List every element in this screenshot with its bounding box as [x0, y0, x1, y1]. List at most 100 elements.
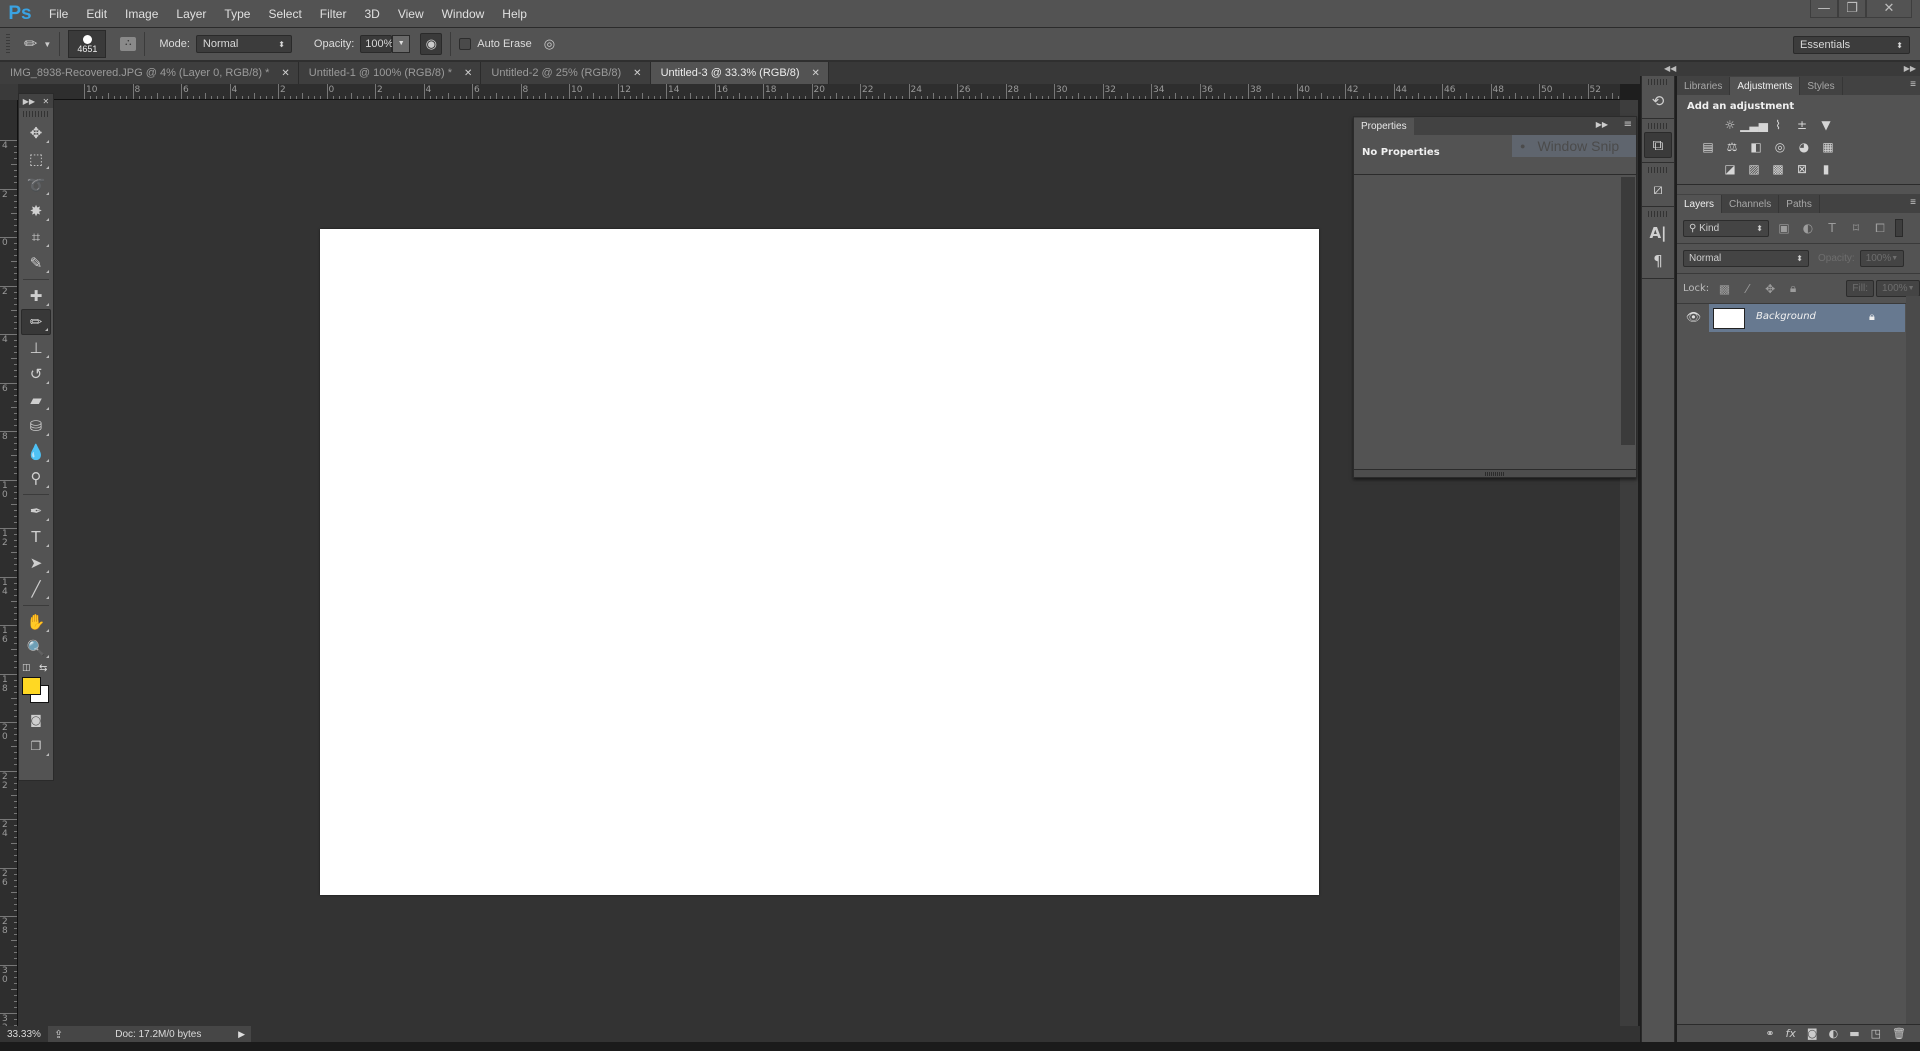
history-panel-button[interactable]: ⟲: [1644, 88, 1672, 114]
lock-position-icon[interactable]: ✥: [1763, 282, 1778, 296]
collapse-right-icon[interactable]: ▶▶: [1904, 64, 1916, 73]
screen-mode-button[interactable]: ❐: [21, 733, 51, 759]
menu-filter[interactable]: Filter: [311, 7, 356, 21]
blend-mode-dropdown[interactable]: Normal ⬍: [1683, 250, 1809, 267]
channel-mixer-icon[interactable]: ◕: [1795, 140, 1813, 154]
close-tab-icon[interactable]: ✕: [464, 68, 472, 79]
expand-left-icon[interactable]: ◀◀: [1664, 64, 1676, 73]
close-tab-icon[interactable]: ✕: [812, 68, 820, 79]
close-tab-icon[interactable]: ✕: [281, 68, 289, 79]
magic-wand-tool[interactable]: ✸: [21, 198, 51, 224]
default-colors-icon[interactable]: ◫: [22, 663, 31, 673]
opacity-input[interactable]: 100%: [360, 35, 393, 53]
curves-icon[interactable]: ⌇: [1769, 118, 1787, 132]
new-group-icon[interactable]: ▬: [1849, 1027, 1859, 1040]
close-toolbox-icon[interactable]: ✕: [43, 97, 50, 106]
mode-dropdown[interactable]: Normal ⬍: [195, 35, 292, 53]
history-brush-tool[interactable]: ↺: [21, 361, 51, 387]
toolbox-grip[interactable]: [23, 111, 49, 117]
horizontal-ruler[interactable]: 10 8 6 4 2 0 2 4 6 8 10 12 14 16 18 20 22 24 26 28 30 32 34 36 3…: [18, 84, 1620, 100]
pressure-opacity-button[interactable]: ◉: [420, 33, 443, 55]
link-layers-icon[interactable]: ⚭: [1765, 1027, 1774, 1040]
restore-button[interactable]: ❐: [1838, 0, 1866, 18]
color-balance-icon[interactable]: ⚖: [1723, 140, 1741, 154]
strip-grip[interactable]: [1648, 79, 1668, 85]
hand-tool[interactable]: ✋: [21, 609, 51, 635]
collapse-panel-icon[interactable]: ▶▶: [1596, 120, 1608, 129]
lasso-tool[interactable]: ➰: [21, 172, 51, 198]
layer-row-background[interactable]: 👁︎ Background 🔒︎: [1677, 304, 1905, 332]
black-white-icon[interactable]: ◧: [1747, 140, 1765, 154]
vibrance-icon[interactable]: ▼: [1817, 118, 1835, 132]
chevron-down-icon[interactable]: ▼: [43, 40, 51, 49]
filter-toggle[interactable]: [1895, 219, 1903, 237]
fill-input[interactable]: 100% ▼: [1875, 280, 1920, 297]
posterize-icon[interactable]: ▨: [1745, 162, 1763, 176]
status-menu-arrow-icon[interactable]: ▶: [238, 1029, 245, 1040]
pixel-layer-filter-icon[interactable]: ▣: [1775, 221, 1793, 235]
menu-help[interactable]: Help: [493, 7, 536, 21]
smart-object-filter-icon[interactable]: ⧠: [1871, 221, 1889, 236]
menu-select[interactable]: Select: [259, 7, 310, 21]
new-adjustment-layer-icon[interactable]: ◐: [1829, 1027, 1839, 1040]
brush-panel-icon[interactable]: ⛬: [120, 37, 137, 51]
type-tool[interactable]: T: [21, 524, 51, 550]
add-mask-icon[interactable]: ◙: [1807, 1027, 1818, 1040]
new-layer-icon[interactable]: ◳: [1871, 1027, 1881, 1040]
delete-layer-icon[interactable]: 🗑︎: [1892, 1027, 1906, 1040]
menu-file[interactable]: File: [40, 7, 77, 21]
marquee-tool[interactable]: ⬚: [21, 146, 51, 172]
exposure-icon[interactable]: ±: [1793, 118, 1811, 132]
lock-image-pixels-icon[interactable]: ⁄: [1740, 282, 1755, 296]
layers-scrollbar[interactable]: [1906, 296, 1920, 1024]
levels-icon[interactable]: ▁▃▅: [1740, 118, 1768, 132]
paragraph-panel-button[interactable]: ¶: [1644, 248, 1672, 274]
expand-toolbox-icon[interactable]: ▶▶: [23, 97, 35, 106]
color-lookup-icon[interactable]: ▦: [1819, 140, 1837, 154]
close-tab-icon[interactable]: ✕: [633, 68, 641, 79]
panel-menu-icon[interactable]: ≡: [1624, 119, 1632, 130]
panel-menu-icon[interactable]: ≡: [1910, 197, 1916, 208]
crop-tool[interactable]: ⌗: [21, 224, 51, 250]
hue-saturation-icon[interactable]: ▤: [1699, 140, 1717, 154]
panel-menu-icon[interactable]: ≡: [1910, 79, 1916, 90]
pencil-tool-preset-icon[interactable]: ✏: [24, 34, 37, 54]
properties-panel-button[interactable]: ⧉: [1644, 132, 1672, 158]
layer-name[interactable]: Background: [1756, 311, 1816, 322]
3d-panel-button[interactable]: ⧄: [1644, 176, 1672, 202]
threshold-icon[interactable]: ▩: [1769, 162, 1787, 176]
lock-transparent-pixels-icon[interactable]: ▩: [1717, 282, 1732, 296]
document-tab[interactable]: IMG_8938-Recovered.JPG @ 4% (Layer 0, RG…: [0, 62, 299, 84]
auto-erase-checkbox[interactable]: [459, 38, 472, 50]
selective-color-icon[interactable]: ⊠: [1793, 162, 1811, 176]
document-tab[interactable]: Untitled-1 @ 100% (RGB/8) * ✕: [298, 62, 482, 84]
menu-window[interactable]: Window: [433, 7, 494, 21]
foreground-color-swatch[interactable]: [22, 677, 41, 695]
tab-layers[interactable]: Layers: [1677, 195, 1723, 213]
menu-layer[interactable]: Layer: [167, 7, 215, 21]
zoom-tool[interactable]: 🔍: [21, 635, 51, 661]
pen-tool[interactable]: ✒: [21, 498, 51, 524]
tab-libraries[interactable]: Libraries: [1677, 77, 1731, 95]
properties-tab[interactable]: Properties: [1354, 118, 1414, 135]
document-tab[interactable]: Untitled-2 @ 25% (RGB/8) ✕: [481, 62, 651, 84]
brightness-contrast-icon[interactable]: ☼: [1721, 118, 1739, 132]
layer-kind-filter[interactable]: ⚲ Kind ⬍: [1683, 219, 1769, 237]
dodge-tool[interactable]: ⚲: [21, 465, 51, 491]
eyedropper-tool[interactable]: ✎: [21, 250, 51, 276]
paint-bucket-tool[interactable]: ⛁: [21, 413, 51, 439]
brush-preset-picker[interactable]: 4651: [68, 30, 107, 58]
swap-colors-icon[interactable]: ⇆: [39, 663, 47, 674]
menu-edit[interactable]: Edit: [77, 7, 116, 21]
strip-grip[interactable]: [1648, 211, 1668, 217]
workspace-dropdown[interactable]: Essentials ⬍: [1793, 36, 1910, 54]
zoom-level-field[interactable]: 33.33%: [0, 1029, 48, 1040]
type-layer-filter-icon[interactable]: T: [1823, 221, 1841, 235]
options-grip[interactable]: [6, 34, 10, 54]
line-tool[interactable]: ╱: [21, 576, 51, 602]
strip-grip[interactable]: [1648, 123, 1668, 129]
resize-grip[interactable]: [1485, 471, 1505, 476]
document-tab[interactable]: Untitled-3 @ 33.3% (RGB/8) ✕: [650, 62, 829, 84]
properties-scrollbar[interactable]: [1621, 177, 1635, 445]
ruler-origin[interactable]: [0, 84, 18, 100]
